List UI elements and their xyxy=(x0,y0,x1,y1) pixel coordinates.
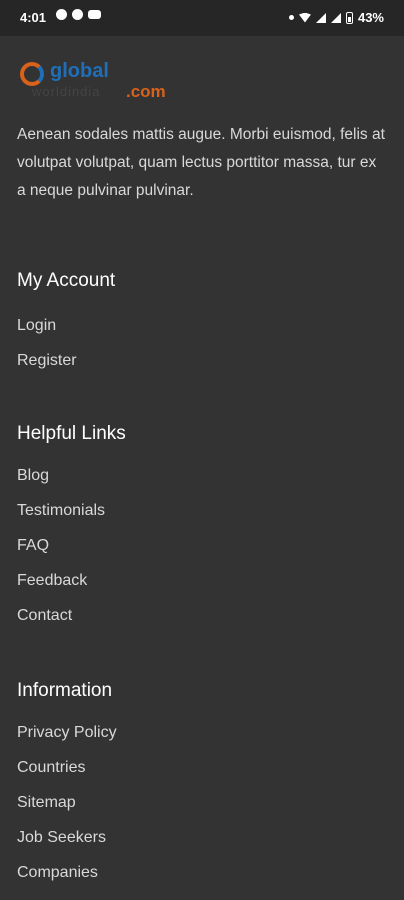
helpful-links-section: Helpful Links Blog Testimonials FAQ Feed… xyxy=(17,423,377,633)
message-icon xyxy=(56,9,67,20)
sitemap-link[interactable]: Sitemap xyxy=(17,785,377,820)
battery-percent: 43% xyxy=(357,10,384,25)
dot-icon xyxy=(288,15,294,20)
helpful-links-heading: Helpful Links xyxy=(17,423,126,444)
site-logo[interactable]: global worldindia .com xyxy=(20,58,170,104)
about-text: Aenean sodales mattis augue. Morbi euism… xyxy=(17,126,385,199)
job-seekers-link[interactable]: Job Seekers xyxy=(17,820,377,855)
testimonials-link[interactable]: Testimonials xyxy=(17,493,377,528)
information-section: Information Privacy Policy Countries Sit… xyxy=(17,680,377,890)
logo-sub-text: worldindia xyxy=(32,84,101,99)
companies-link[interactable]: Companies xyxy=(17,855,377,890)
privacy-policy-link[interactable]: Privacy Policy xyxy=(17,715,377,750)
wifi-icon xyxy=(298,12,311,23)
game-controller-icon xyxy=(88,10,101,19)
blog-link[interactable]: Blog xyxy=(17,458,377,493)
login-link[interactable]: Login xyxy=(17,308,377,343)
signal-icon xyxy=(315,12,326,23)
status-bar: 4:01 43% xyxy=(0,0,404,36)
contact-link[interactable]: Contact xyxy=(17,598,377,633)
information-heading: Information xyxy=(17,680,113,701)
logo-com-text: .com xyxy=(126,82,166,101)
countries-link[interactable]: Countries xyxy=(17,750,377,785)
notification-icons xyxy=(56,9,101,20)
faq-link[interactable]: FAQ xyxy=(17,528,377,563)
status-indicators: 43% xyxy=(288,10,384,25)
signal-icon-2 xyxy=(330,12,341,23)
chat-icon xyxy=(72,9,83,20)
logo-global-text: global xyxy=(50,60,109,82)
battery-icon xyxy=(345,11,353,24)
status-time: 4:01 xyxy=(20,10,47,25)
my-account-heading: My Account xyxy=(17,270,116,291)
feedback-link[interactable]: Feedback xyxy=(17,563,377,598)
register-link[interactable]: Register xyxy=(17,343,377,378)
my-account-section: My Account Login Register xyxy=(17,270,377,378)
logo-g-icon xyxy=(20,62,44,86)
